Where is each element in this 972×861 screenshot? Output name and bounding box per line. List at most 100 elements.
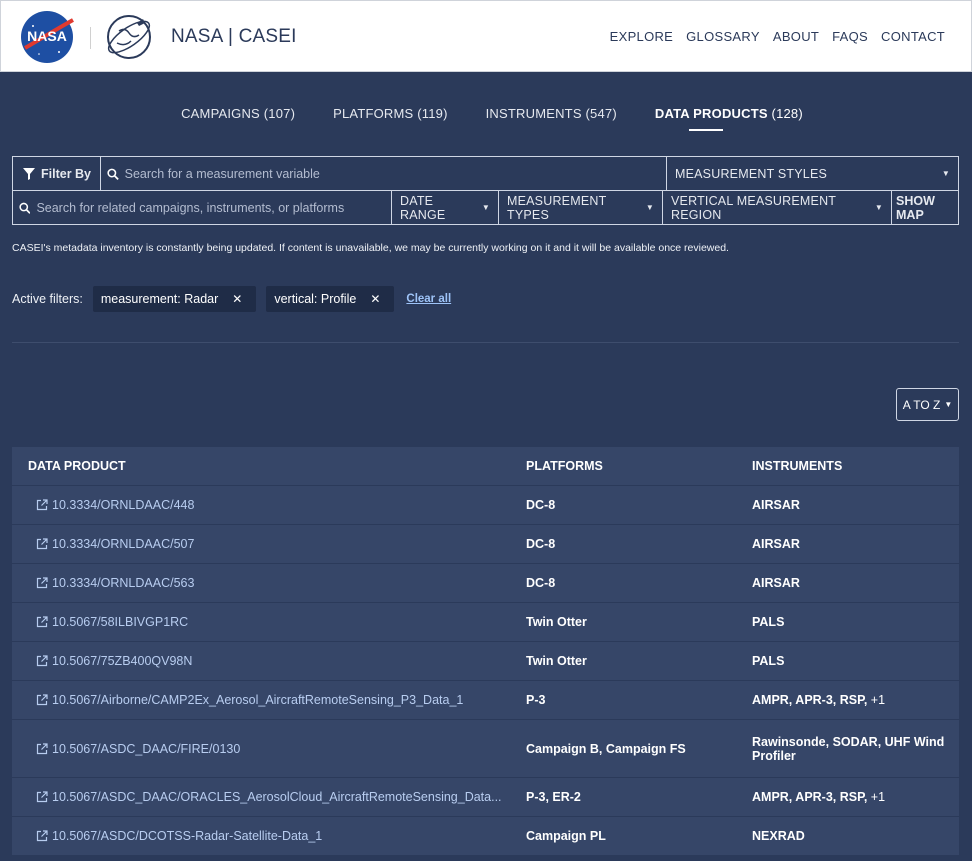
measurement-types-dropdown[interactable]: MEASUREMENT TYPES ▼ <box>499 191 663 224</box>
dropdown-label: MEASUREMENT STYLES <box>675 166 828 181</box>
external-link-icon <box>36 655 48 667</box>
platforms-cell: P-3 <box>526 693 546 707</box>
instruments-cell: AIRSAR <box>752 537 959 551</box>
svg-text:NASA: NASA <box>27 28 67 44</box>
instruments-cell: NEXRAD <box>752 829 959 843</box>
table-body: 10.3334/ORNLDAAC/448 DC-8 AIRSAR 10.3334/OR… <box>12 486 959 856</box>
tab-campaigns[interactable]: CAMPAIGNS (107) <box>181 106 295 121</box>
instruments-cell: AIRSAR <box>752 498 959 512</box>
data-product-id: 10.5067/75ZB400QV98N <box>52 654 193 668</box>
nav-about[interactable]: ABOUT <box>773 29 819 44</box>
section-divider <box>12 342 959 343</box>
filter-by-label: Filter By <box>41 166 92 181</box>
caret-down-icon: ▼ <box>481 203 490 212</box>
data-product-id: 10.5067/Airborne/CAMP2Ex_Aerosol_Aircraf… <box>52 693 464 707</box>
data-product-link[interactable]: 10.3334/ORNLDAAC/507 <box>12 537 526 551</box>
data-product-link[interactable]: 10.5067/ASDC/DCOTSS-Radar-Satellite-Data… <box>12 829 526 843</box>
data-product-link[interactable]: 10.5067/ASDC_DAAC/FIRE/0130 <box>12 742 526 756</box>
tab-label: DATA PRODUCTS <box>654 106 768 121</box>
related-search-input[interactable] <box>36 200 391 215</box>
tab-instruments[interactable]: INSTRUMENTS (547) <box>486 106 617 121</box>
chip-label: vertical: Profile <box>274 292 357 306</box>
funnel-icon <box>23 167 35 180</box>
search-icon <box>19 202 31 214</box>
sort-dropdown[interactable]: A TO Z ▼ <box>896 388 959 421</box>
measurement-styles-dropdown[interactable]: MEASUREMENT STYLES ▼ <box>667 157 958 190</box>
nav-glossary[interactable]: GLOSSARY <box>686 29 760 44</box>
instruments-list: AIRSAR <box>752 576 800 590</box>
filter-chip-vertical: vertical: Profile ✕ <box>266 286 395 312</box>
close-icon[interactable]: ✕ <box>370 292 380 306</box>
instruments-list: PALS <box>752 654 785 668</box>
table-row: 10.5067/58ILBIVGP1RC Twin Otter PALS <box>12 603 959 642</box>
platforms-cell: P-3, ER-2 <box>526 790 581 804</box>
external-link-icon <box>36 577 48 589</box>
clear-all-link[interactable]: Clear all <box>406 293 451 305</box>
sort-label: A TO Z <box>902 397 941 412</box>
platforms-cell: DC-8 <box>526 576 556 590</box>
column-header-instruments[interactable]: INSTRUMENTS <box>752 459 959 473</box>
data-product-id: 10.5067/ASDC/DCOTSS-Radar-Satellite-Data… <box>52 829 323 843</box>
nav-faqs[interactable]: FAQS <box>832 29 868 44</box>
filter-chip-measurement: measurement: Radar ✕ <box>92 286 257 312</box>
tab-count: (107) <box>263 106 296 121</box>
caret-down-icon: ▼ <box>944 400 953 409</box>
data-product-link[interactable]: 10.5067/Airborne/CAMP2Ex_Aerosol_Aircraf… <box>12 693 526 707</box>
external-link-icon <box>36 616 48 628</box>
table-row: 10.5067/Airborne/CAMP2Ex_Aerosol_Aircraf… <box>12 681 959 720</box>
tab-data-products[interactable]: DATA PRODUCTS (128) <box>654 106 803 131</box>
data-product-link[interactable]: 10.5067/58ILBIVGP1RC <box>12 615 526 629</box>
casei-globe-logo[interactable] <box>103 11 155 63</box>
data-product-link[interactable]: 10.3334/ORNLDAAC/448 <box>12 498 526 512</box>
nav-explore[interactable]: EXPLORE <box>610 29 674 44</box>
brand-title[interactable]: NASA | CASEI <box>171 26 297 48</box>
table-row: 10.3334/ORNLDAAC/563 DC-8 AIRSAR <box>12 564 959 603</box>
data-product-id: 10.5067/ASDC_DAAC/ORACLES_AerosolCloud_A… <box>52 790 502 804</box>
external-link-icon <box>36 742 48 754</box>
close-icon[interactable]: ✕ <box>232 292 242 306</box>
column-header-platforms[interactable]: PLATFORMS <box>526 459 752 473</box>
header-divider <box>90 27 91 49</box>
tab-count: (547) <box>585 106 617 121</box>
column-header-data-product[interactable]: DATA PRODUCT <box>12 459 526 473</box>
instruments-list: AMPR, APR-3, RSP, <box>752 790 868 804</box>
platforms-cell: DC-8 <box>526 537 556 551</box>
filter-row-primary: Filter By MEASUREMENT STYLES ▼ <box>12 156 959 191</box>
tab-count: (128) <box>771 106 803 121</box>
chip-label: measurement: Radar <box>100 292 219 306</box>
measurement-search-input[interactable] <box>124 166 666 181</box>
instruments-cell: AIRSAR <box>752 576 959 590</box>
filter-by-button[interactable]: Filter By <box>13 157 101 190</box>
tab-label: PLATFORMS <box>333 106 414 121</box>
tab-label: INSTRUMENTS <box>485 106 582 121</box>
data-product-id: 10.3334/ORNLDAAC/563 <box>52 576 195 590</box>
table-row: 10.5067/ASDC_DAAC/FIRE/0130 Campaign B, C… <box>12 720 959 778</box>
caret-down-icon: ▼ <box>941 169 950 178</box>
more-instruments-count[interactable]: +1 <box>867 790 885 804</box>
platforms-cell: Campaign PL <box>526 829 606 843</box>
instruments-cell: PALS <box>752 654 959 668</box>
tab-platforms[interactable]: PLATFORMS (119) <box>333 106 448 121</box>
vertical-region-dropdown[interactable]: VERTICAL MEASUREMENT REGION ▼ <box>663 191 892 224</box>
tab-label: CAMPAIGNS <box>181 106 260 121</box>
search-icon <box>107 168 119 180</box>
nasa-logo[interactable]: NASA <box>19 10 75 64</box>
data-product-id: 10.5067/58ILBIVGP1RC <box>52 615 189 629</box>
metadata-notice: CASEI's metadata inventory is constantly… <box>12 242 729 254</box>
caret-down-icon: ▼ <box>645 203 654 212</box>
more-instruments-count[interactable]: +1 <box>867 693 885 707</box>
platforms-cell: DC-8 <box>526 498 556 512</box>
data-product-link[interactable]: 10.5067/ASDC_DAAC/ORACLES_AerosolCloud_A… <box>12 790 526 804</box>
table-row: 10.5067/ASDC/DCOTSS-Radar-Satellite-Data… <box>12 817 959 856</box>
show-map-button[interactable]: SHOW MAP <box>892 191 958 224</box>
date-range-dropdown[interactable]: DATE RANGE ▼ <box>392 191 499 224</box>
platforms-cell: Campaign B, Campaign FS <box>526 741 686 756</box>
data-product-link[interactable]: 10.3334/ORNLDAAC/563 <box>12 576 526 590</box>
table-row: 10.5067/75ZB400QV98N Twin Otter PALS <box>12 642 959 681</box>
instruments-list: Rawinsonde, SODAR, UHF Wind Profiler <box>752 734 945 763</box>
nav-contact[interactable]: CONTACT <box>881 29 945 44</box>
external-link-icon <box>36 830 48 842</box>
data-product-link[interactable]: 10.5067/75ZB400QV98N <box>12 654 526 668</box>
dropdown-label: MEASUREMENT TYPES <box>507 193 607 222</box>
external-link-icon <box>36 694 48 706</box>
